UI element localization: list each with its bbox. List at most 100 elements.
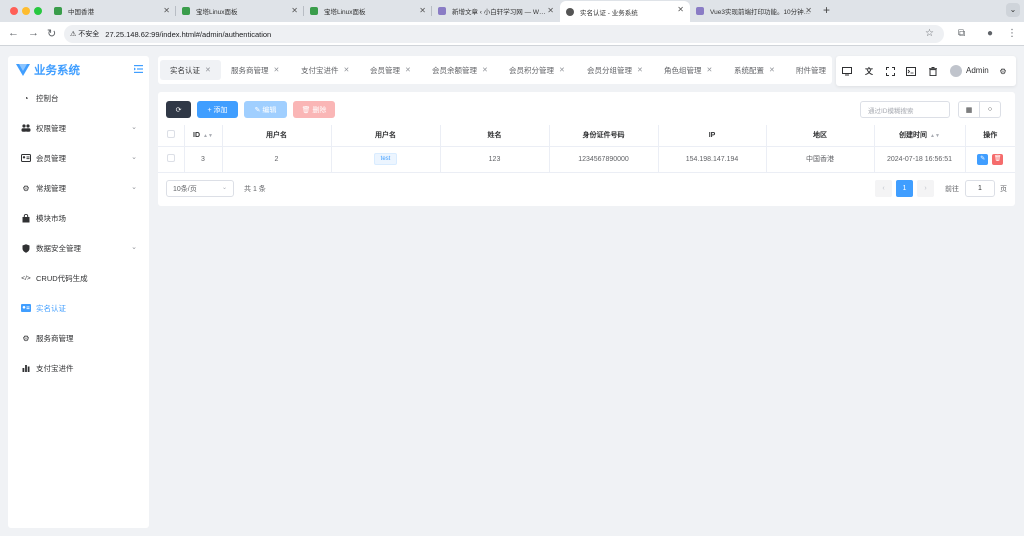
sidebar-item-module-market[interactable]: 模块市场 xyxy=(8,203,149,233)
close-window-button[interactable] xyxy=(10,7,18,15)
browser-tab[interactable]: 宝塔Linux面板 ✕ xyxy=(304,2,432,20)
sidebar-item-data-security[interactable]: 数据安全管理 ⌄ xyxy=(8,233,149,263)
gears-icon: ⚙ xyxy=(22,183,30,193)
close-tab-icon[interactable]: ✕ xyxy=(291,6,298,15)
search-icon: ○ xyxy=(987,106,993,113)
cell-id: 3 xyxy=(184,146,223,173)
cell-user-id: 2 xyxy=(222,146,332,173)
tag-service-providers[interactable]: 服务商管理 ✕ xyxy=(221,60,289,80)
new-tab-icon[interactable]: + xyxy=(823,3,830,17)
chevron-left-icon: ‹ xyxy=(882,185,885,192)
close-tab-icon[interactable]: ✕ xyxy=(805,6,812,15)
row-delete-icon[interactable]: 🗑 xyxy=(992,153,1004,165)
monitor-icon[interactable] xyxy=(842,66,852,76)
column-header-created[interactable]: 创建时间 ▲▼ xyxy=(874,125,966,147)
tag-member-groups[interactable]: 会员分组管理 ✕ xyxy=(577,60,653,80)
search-input[interactable]: 通过ID模糊搜索 xyxy=(860,101,950,118)
tag-alipay-onboarding[interactable]: 支付宝进件 ✕ xyxy=(291,60,359,80)
row-edit-icon[interactable]: ✎ xyxy=(977,153,989,165)
extensions-icon[interactable]: ⧉ xyxy=(958,28,965,39)
tag-authentication[interactable]: 实名认证 ✕ xyxy=(160,60,221,80)
delete-button[interactable]: 🗑 删除 xyxy=(293,101,335,118)
edit-button[interactable]: ✎ 编辑 xyxy=(244,101,287,118)
browser-tab[interactable]: 宝塔Linux面板 ✕ xyxy=(176,2,304,20)
close-tag-icon[interactable]: ✕ xyxy=(637,66,643,74)
close-tab-icon[interactable]: ✕ xyxy=(419,6,426,15)
avatar[interactable] xyxy=(950,65,962,77)
close-tag-icon[interactable]: ✕ xyxy=(405,66,411,74)
close-tab-icon[interactable]: ✕ xyxy=(163,6,170,15)
sort-icon: ▲▼ xyxy=(203,132,213,139)
table-card: ⟳ + 添加 ✎ 编辑 🗑 删除 通过ID模糊搜索 ▦ ○ ID ▲▼ 用户名 用… xyxy=(158,92,1015,206)
prev-page-button[interactable]: ‹ xyxy=(875,180,892,197)
sidebar-item-general[interactable]: ⚙ 常规管理 ⌄ xyxy=(8,173,149,203)
sidebar-item-label: 模块市场 xyxy=(36,213,66,223)
sidebar-item-dashboard[interactable]: ◔ 控制台 xyxy=(8,83,149,113)
sidebar-item-alipay-onboarding[interactable]: 支付宝进件 xyxy=(8,353,149,383)
collapse-menu-icon[interactable] xyxy=(134,65,143,73)
minimize-window-button[interactable] xyxy=(22,7,30,15)
column-header-id[interactable]: ID ▲▼ xyxy=(184,125,223,147)
close-tag-icon[interactable]: ✕ xyxy=(769,66,775,74)
translate-icon[interactable]: 文 xyxy=(864,66,874,76)
page-number-button[interactable]: 1 xyxy=(896,180,913,197)
profile-icon[interactable]: ● xyxy=(987,28,993,39)
sidebar-item-members[interactable]: 会员管理 ⌄ xyxy=(8,143,149,173)
tab-search-icon[interactable]: ⌄ xyxy=(1006,3,1020,17)
close-tab-icon[interactable]: ✕ xyxy=(547,6,554,15)
close-tag-icon[interactable]: ✕ xyxy=(344,66,350,74)
app-title: 业务系统 xyxy=(34,65,80,77)
page-size-select[interactable]: 10条/页 ⌄ xyxy=(166,180,234,197)
close-tag-icon[interactable]: ✕ xyxy=(274,66,280,74)
browser-tab[interactable]: 中国香港 ✕ xyxy=(48,2,176,20)
close-tag-icon[interactable]: ✕ xyxy=(482,66,488,74)
close-tab-icon[interactable]: ✕ xyxy=(677,5,684,14)
add-button[interactable]: + 添加 xyxy=(197,101,238,118)
browser-tab[interactable]: 新增文章 ‹ 小白轩学习网 — W… ✕ xyxy=(432,2,560,20)
back-icon[interactable]: ← xyxy=(8,27,19,39)
sidebar-item-service-providers[interactable]: ⚙ 服务商管理 xyxy=(8,323,149,353)
terminal-icon[interactable] xyxy=(906,66,916,76)
browser-tab[interactable]: Vue3实现前端打印功能。10分钟… ✕ xyxy=(690,2,818,20)
row-checkbox[interactable] xyxy=(158,146,185,173)
refresh-button[interactable]: ⟳ xyxy=(166,101,191,118)
sidebar-item-crud-generator[interactable]: </> CRUD代码生成 xyxy=(8,263,149,293)
maximize-window-button[interactable] xyxy=(34,7,42,15)
column-toggle-button[interactable]: ▦ xyxy=(958,101,980,118)
goto-unit: 页 xyxy=(1000,186,1007,193)
next-page-button[interactable]: › xyxy=(917,180,934,197)
warning-icon: ⚠ xyxy=(70,31,77,38)
tag-label: 实名认证 xyxy=(170,65,200,75)
goto-page-input[interactable]: 1 xyxy=(965,180,995,197)
tag-members[interactable]: 会员管理 ✕ xyxy=(360,60,421,80)
tab-title: 新增文章 ‹ 小白轩学习网 — W… xyxy=(452,9,546,16)
settings-gears-icon[interactable]: ⚙ xyxy=(998,66,1008,76)
close-tag-icon[interactable]: ✕ xyxy=(559,66,565,74)
sidebar-item-authentication[interactable]: 实名认证 xyxy=(8,293,149,323)
tab-favicon-icon xyxy=(566,7,574,16)
close-tag-icon[interactable]: ✕ xyxy=(205,66,211,74)
reload-icon[interactable]: ↻ xyxy=(47,27,56,40)
search-toggle-button[interactable]: ○ xyxy=(979,101,1001,118)
tag-attachments[interactable]: 附件管理 xyxy=(786,60,832,80)
browser-tab-active[interactable]: 实名认证 - 业务系统 ✕ xyxy=(560,1,690,22)
browser-menu-icon[interactable]: ⋮ xyxy=(1007,28,1017,39)
address-bar[interactable]: ⚠ 不安全 27.25.148.62:99/index.html#/admin/… xyxy=(64,25,944,43)
tag-member-balance[interactable]: 会员余额管理 ✕ xyxy=(422,60,498,80)
clear-cache-trash-icon[interactable] xyxy=(928,66,938,76)
select-all-checkbox[interactable] xyxy=(158,125,185,147)
tag-role-groups[interactable]: 角色组管理 ✕ xyxy=(654,60,722,80)
not-secure-badge[interactable]: ⚠ 不安全 xyxy=(70,29,99,39)
goto-value: 1 xyxy=(978,185,982,192)
fullscreen-icon[interactable] xyxy=(885,66,895,76)
bookmark-star-icon[interactable]: ☆ xyxy=(925,28,934,39)
close-tag-icon[interactable]: ✕ xyxy=(707,66,713,74)
forward-icon[interactable]: → xyxy=(28,27,39,39)
tag-system-config[interactable]: 系统配置 ✕ xyxy=(724,60,785,80)
column-header-ip: IP xyxy=(658,125,767,147)
grid-icon: ▦ xyxy=(965,106,973,114)
cell-actions: ✎ 🗑 xyxy=(965,146,1015,173)
tag-member-points[interactable]: 会员积分管理 ✕ xyxy=(499,60,575,80)
admin-username[interactable]: Admin xyxy=(966,66,989,75)
sidebar-item-permissions[interactable]: 权限管理 ⌄ xyxy=(8,113,149,143)
